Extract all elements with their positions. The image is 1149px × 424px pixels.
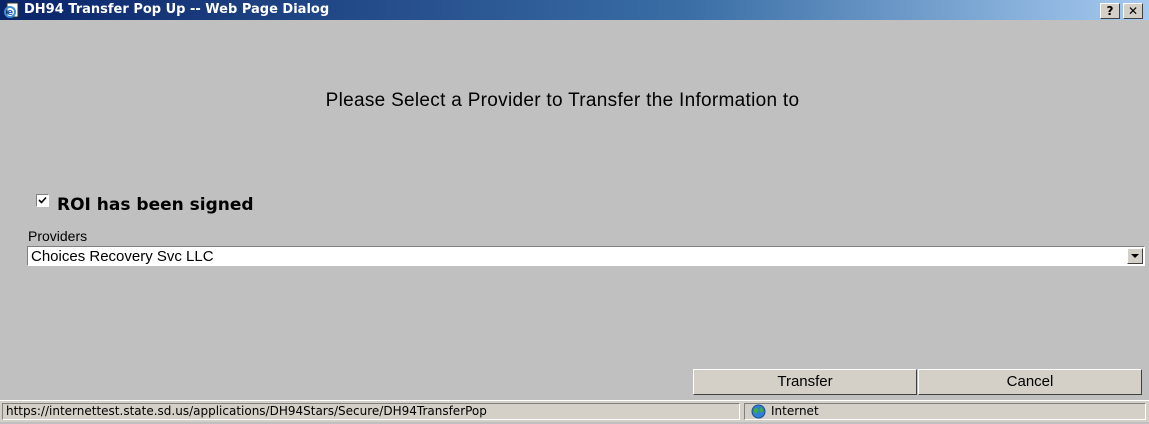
cancel-button[interactable]: Cancel [918, 369, 1142, 395]
transfer-button[interactable]: Transfer [693, 369, 917, 395]
globe-icon [751, 404, 766, 424]
title-bar[interactable]: e DH94 Transfer Pop Up -- Web Page Dialo… [0, 0, 1149, 20]
close-button[interactable]: ✕ [1123, 3, 1143, 19]
roi-checkbox[interactable] [36, 194, 49, 207]
dropdown-button[interactable] [1127, 248, 1143, 264]
help-button[interactable]: ? [1100, 3, 1120, 19]
providers-label: Providers [28, 228, 88, 244]
zone-label: Internet [771, 404, 819, 418]
security-zone[interactable]: Internet [744, 403, 1146, 420]
providers-select[interactable]: Choices Recovery Svc LLC [27, 246, 1145, 266]
svg-text:e: e [7, 8, 13, 18]
ie-page-icon: e [4, 2, 20, 18]
window-title: DH94 Transfer Pop Up -- Web Page Dialog [24, 2, 330, 17]
dialog-content: Please Select a Provider to Transfer the… [0, 20, 1149, 400]
providers-selected-value: Choices Recovery Svc LLC [31, 248, 214, 265]
page-heading: Please Select a Provider to Transfer the… [325, 90, 800, 111]
check-icon [38, 196, 47, 204]
chevron-down-icon [1131, 254, 1139, 258]
status-bar: https://internettest.state.sd.us/applica… [0, 400, 1149, 422]
status-url: https://internettest.state.sd.us/applica… [2, 403, 740, 420]
roi-label[interactable]: ROI has been signed [57, 195, 254, 215]
